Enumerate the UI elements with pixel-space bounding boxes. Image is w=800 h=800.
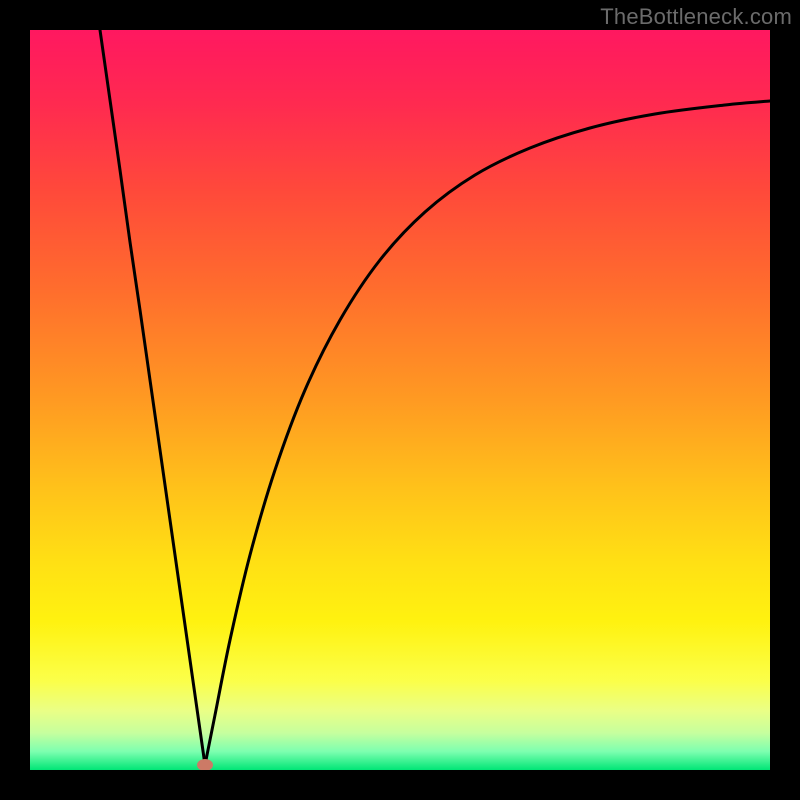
minimum-marker — [197, 759, 213, 770]
watermark-text: TheBottleneck.com — [600, 4, 792, 30]
curve-right-branch — [205, 101, 770, 765]
curve-layer — [30, 30, 770, 770]
curve-left-branch — [100, 30, 205, 765]
plot-area — [30, 30, 770, 770]
chart-frame: TheBottleneck.com — [0, 0, 800, 800]
